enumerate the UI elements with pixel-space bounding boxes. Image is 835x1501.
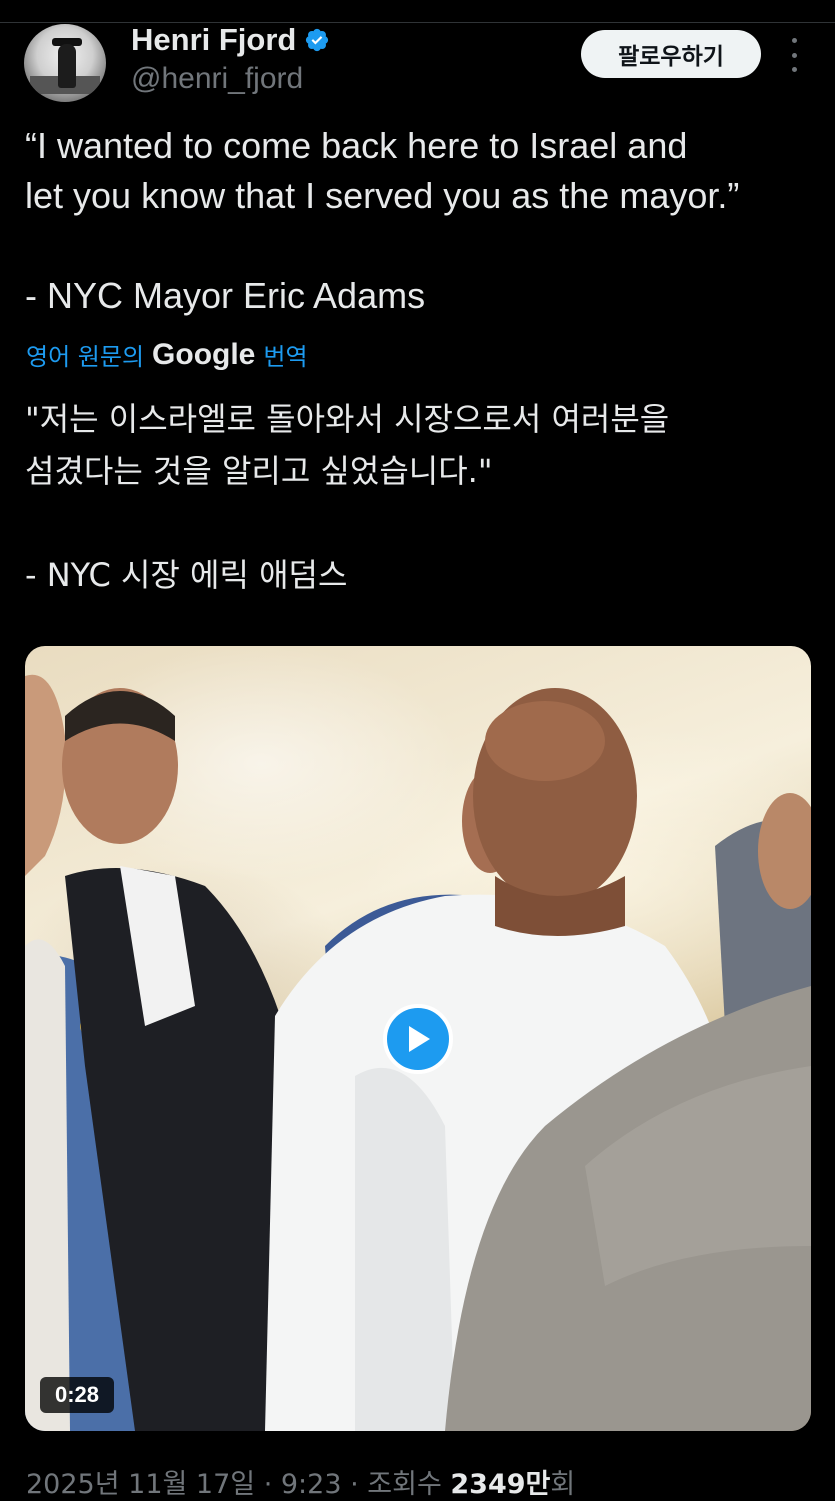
author-handle[interactable]: @henri_fjord <box>131 62 303 96</box>
tweet-attribution: - NYC Mayor Eric Adams <box>25 275 426 316</box>
translated-body: "저는 이스라엘로 돌아와서 시장으로서 여러분을 섬겼다는 것을 알리고 싶었… <box>25 393 825 601</box>
more-dot <box>791 38 797 43</box>
scene-shirt-shadow <box>355 1067 455 1431</box>
translation-header[interactable]: 영어 원문의 Google 번역 <box>26 337 308 372</box>
translated-attribution: - NYC 시장 에릭 애덤스 <box>25 556 348 594</box>
meta-separator: · <box>341 1469 368 1500</box>
tweet-line: let you know that I served you as the ma… <box>25 175 740 216</box>
tweet-meta: 2025년 11월 17일 · 9:23 · 조회수 2349만회 <box>26 1462 575 1501</box>
more-dot <box>791 52 797 58</box>
views-suffix: 회 <box>550 1469 576 1500</box>
top-divider <box>0 22 835 23</box>
avatar[interactable] <box>24 24 106 102</box>
more-options-icon[interactable] <box>784 38 804 72</box>
verified-badge-icon <box>306 28 329 52</box>
tweet-line: “I wanted to come back here to Israel an… <box>25 125 688 166</box>
tweet-body: “I wanted to come back here to Israel an… <box>25 121 825 321</box>
translation-suffix[interactable]: 번역 <box>263 337 307 372</box>
play-button[interactable] <box>383 1004 453 1074</box>
more-dot <box>791 67 797 72</box>
video-player[interactable]: 0:28 <box>25 646 811 1431</box>
translation-prefix[interactable]: 영어 원문의 <box>26 337 144 372</box>
author-name-row[interactable]: Henri Fjord <box>131 22 330 58</box>
tweet-time[interactable]: 9:23 <box>281 1469 342 1500</box>
play-icon <box>409 1026 430 1052</box>
tweet-date[interactable]: 2025년 11월 17일 <box>26 1469 255 1500</box>
views-label: 조회수 <box>367 1469 442 1500</box>
scene-person-edge <box>25 674 66 876</box>
author-display-name[interactable]: Henri Fjord <box>131 22 296 58</box>
meta-separator: · <box>255 1469 281 1500</box>
scene-white-sleeve <box>25 939 70 1431</box>
translated-line: "저는 이스라엘로 돌아와서 시장으로서 여러분을 <box>25 400 670 438</box>
avatar-figure-shape <box>58 44 76 88</box>
translated-line: 섬겼다는 것을 알리고 싶었습니다." <box>25 452 493 490</box>
scene-main-forehead <box>485 701 605 781</box>
google-logo: Google <box>152 337 256 371</box>
follow-button[interactable]: 팔로우하기 <box>581 30 761 78</box>
views-count: 2349만 <box>450 1469 551 1500</box>
video-duration: 0:28 <box>40 1377 114 1413</box>
